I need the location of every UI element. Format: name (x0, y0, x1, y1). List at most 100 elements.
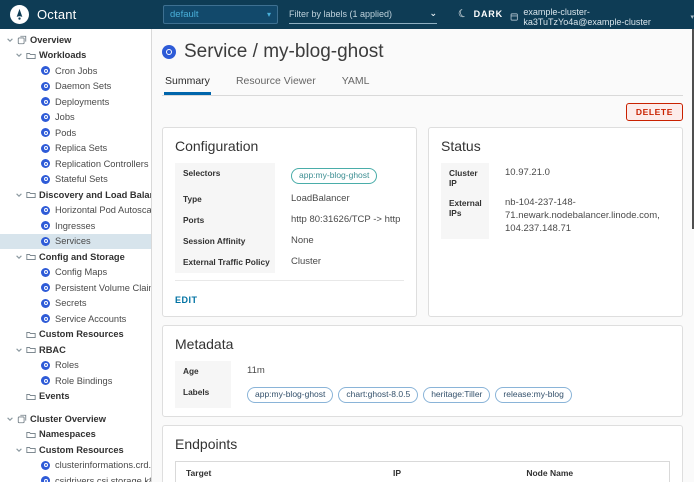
sidebar-item-discovery-and-load-balancing[interactable]: Discovery and Load Balancing (0, 187, 151, 203)
sidebar-item-replica-sets[interactable]: Replica Sets (0, 141, 151, 157)
sidebar-item-replication-controllers[interactable]: Replication Controllers (0, 156, 151, 172)
resource-icon (41, 461, 50, 470)
sidebar-item-role-bindings[interactable]: Role Bindings (0, 373, 151, 389)
summary-row: External Traffic PolicyCluster (175, 252, 404, 273)
resource-icon (41, 175, 50, 184)
sidebar-item-csidrivers-csi-storage-k8s-io[interactable]: csidrivers.csi.storage.k8s.io (0, 473, 151, 482)
sidebar-item-cron-jobs[interactable]: Cron Jobs (0, 63, 151, 79)
label-chip: app:my-blog-ghost (291, 168, 377, 184)
label-chip: release:my-blog (495, 387, 571, 403)
endpoints-table: TargetIPNode Name my-blog-ghost-77df85c6… (175, 461, 670, 482)
chevron-down-icon[interactable] (15, 51, 26, 59)
sidebar-item-events[interactable]: Events (0, 389, 151, 405)
chevron-down-icon: ⌄ (429, 8, 437, 19)
summary-row-label: External Traffic Policy (175, 252, 275, 273)
summary-row-value: Cluster (275, 252, 404, 273)
chevron-down-icon[interactable] (6, 36, 17, 44)
resource-icon (41, 361, 50, 370)
label-chip: heritage:Tiller (423, 387, 490, 403)
sidebar-item-label: csidrivers.csi.storage.k8s.io (55, 476, 151, 482)
folder-icon (26, 330, 39, 339)
summary-row-value: app:my-blog-ghost (275, 163, 404, 189)
service-icon (162, 45, 176, 59)
sidebar-item-custom-resources[interactable]: Custom Resources (0, 442, 151, 458)
sidebar-item-label: Workloads (39, 50, 86, 60)
folder-icon (26, 51, 39, 60)
sidebar-item-label: Pods (55, 128, 76, 138)
sidebar-item-persistent-volume-claims[interactable]: Persistent Volume Claims (0, 280, 151, 296)
cluster-icon (510, 12, 518, 22)
label-filter-input[interactable]: Filter by labels (1 applied) ⌄ (289, 4, 437, 24)
sidebar-item-clusterinformations-crd-projec[interactable]: clusterinformations.crd.projec (0, 458, 151, 474)
sidebar-item-services[interactable]: Services (0, 234, 151, 250)
theme-toggle-label: DARK (474, 9, 503, 19)
sidebar-item-horizontal-pod-autoscalers[interactable]: Horizontal Pod Autoscalers (0, 203, 151, 219)
sidebar-item-label: Discovery and Load Balancing (39, 190, 151, 200)
sidebar-item-roles[interactable]: Roles (0, 358, 151, 374)
sidebar-item-overview[interactable]: Overview (0, 32, 151, 48)
summary-row: External IPsnb-104-237-148-71.newark.nod… (441, 193, 670, 239)
label-chip: app:my-blog-ghost (247, 387, 333, 403)
sidebar-item-custom-resources[interactable]: Custom Resources (0, 327, 151, 343)
resource-icon (41, 376, 50, 385)
summary-row: Session AffinityNone (175, 231, 404, 252)
summary-row: Portshttp 80:31626/TCP -> http (175, 210, 404, 231)
summary-row-label: Selectors (175, 163, 275, 189)
page-title-text: Service / my-blog-ghost (184, 41, 384, 63)
sidebar-item-label: Service Accounts (55, 314, 126, 324)
delete-button[interactable]: DELETE (626, 103, 683, 121)
sidebar-item-label: Horizontal Pod Autoscalers (55, 205, 151, 215)
summary-row: Age11m (175, 361, 670, 382)
chevron-down-icon[interactable] (15, 446, 26, 454)
metadata-card: Metadata Age11mLabelsapp:my-blog-ghostch… (162, 325, 683, 417)
resource-icon (41, 144, 50, 153)
overview-icon (17, 35, 30, 45)
status-summary: Cluster IP10.97.21.0External IPsnb-104-2… (441, 163, 670, 239)
resource-icon (41, 66, 50, 75)
chevron-down-icon[interactable] (6, 415, 17, 423)
resource-icon (41, 82, 50, 91)
theme-toggle[interactable]: ☾ DARK (458, 7, 503, 20)
configuration-card: Configuration Selectorsapp:my-blog-ghost… (162, 127, 417, 317)
tab-yaml[interactable]: YAML (341, 72, 371, 95)
sidebar-item-deployments[interactable]: Deployments (0, 94, 151, 110)
summary-row-value: http 80:31626/TCP -> http (275, 210, 404, 231)
resource-icon (41, 314, 50, 323)
sidebar-item-jobs[interactable]: Jobs (0, 110, 151, 126)
moon-icon: ☾ (456, 6, 470, 22)
sidebar-item-pods[interactable]: Pods (0, 125, 151, 141)
sidebar-item-workloads[interactable]: Workloads (0, 48, 151, 64)
app-logo[interactable]: Octant (10, 5, 77, 24)
sidebar-item-cluster-overview[interactable]: Cluster Overview (0, 411, 151, 427)
cluster-context-menu[interactable]: example-cluster-ka3TuTzYo4a@example-clus… (510, 7, 694, 27)
label-chip: chart:ghost-8.0.5 (338, 387, 418, 403)
tab-summary[interactable]: Summary (164, 72, 211, 95)
resource-icon (41, 476, 50, 482)
sidebar-item-ingresses[interactable]: Ingresses (0, 218, 151, 234)
octant-logo-icon (10, 5, 29, 24)
sidebar-item-config-and-storage[interactable]: Config and Storage (0, 249, 151, 265)
sidebar-item-rbac[interactable]: RBAC (0, 342, 151, 358)
sidebar-item-label: Events (39, 391, 70, 401)
sidebar-item-secrets[interactable]: Secrets (0, 296, 151, 312)
chevron-down-icon[interactable] (15, 191, 26, 199)
edit-link[interactable]: EDIT (175, 295, 198, 305)
chevron-down-icon[interactable] (15, 253, 26, 261)
sidebar-item-label: Stateful Sets (55, 174, 108, 184)
chevron-down-icon: ▾ (690, 13, 694, 21)
summary-row: TypeLoadBalancer (175, 189, 404, 210)
tab-resource-viewer[interactable]: Resource Viewer (235, 72, 317, 95)
resource-icon (41, 128, 50, 137)
resource-icon (41, 206, 50, 215)
sidebar-item-namespaces[interactable]: Namespaces (0, 427, 151, 443)
endpoints-card: Endpoints TargetIPNode Name my-blog-ghos… (162, 425, 683, 482)
folder-icon (26, 345, 39, 354)
namespace-select[interactable]: default ▾ (163, 5, 278, 24)
sidebar-item-daemon-sets[interactable]: Daemon Sets (0, 79, 151, 95)
sidebar-item-service-accounts[interactable]: Service Accounts (0, 311, 151, 327)
label-filter-text: Filter by labels (1 applied) (289, 9, 392, 19)
sidebar-item-stateful-sets[interactable]: Stateful Sets (0, 172, 151, 188)
chevron-down-icon[interactable] (15, 346, 26, 354)
summary-row: Cluster IP10.97.21.0 (441, 163, 670, 193)
sidebar-item-config-maps[interactable]: Config Maps (0, 265, 151, 281)
